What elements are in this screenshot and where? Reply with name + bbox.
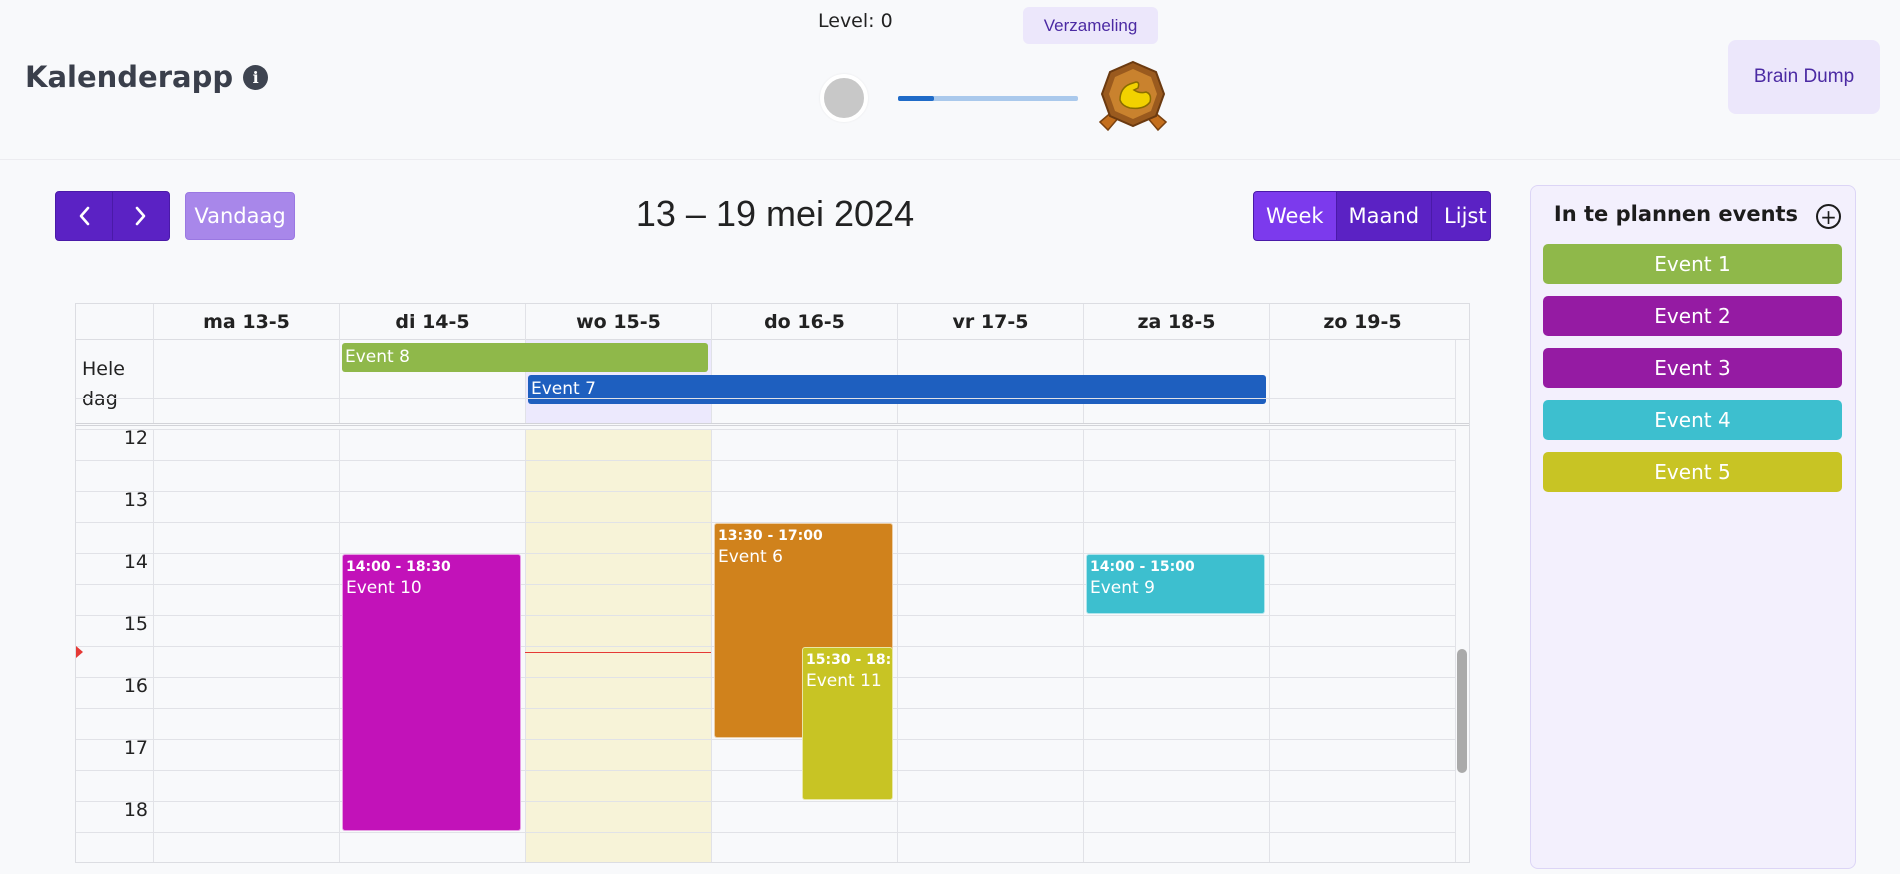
half-hour-line [76,460,1456,461]
unscheduled-event-item[interactable]: Event 4 [1543,400,1842,440]
info-icon[interactable]: i [243,64,269,90]
event-time: 14:00 - 18:30 [346,559,451,575]
event-time: 15:30 - 18:00 [806,652,892,668]
hour-line [76,801,1456,802]
level-avatar [820,74,868,122]
chevron-right-icon [135,206,146,226]
event-title: Event 10 [346,578,422,598]
time-grid: 12 13 14 15 16 17 18 14:00 - 18:30 Event 10 13:30… [76,398,1456,862]
hour-label: 18 [123,799,148,821]
half-hour-line [76,832,1456,833]
day-header[interactable]: di 14-5 [339,304,525,340]
hour-label: 13 [123,489,148,511]
day-header[interactable]: do 16-5 [711,304,897,340]
hour-label: 16 [123,675,148,697]
event-title: Event 6 [718,547,783,567]
all-day-event[interactable]: Event 8 [342,343,708,372]
app-title-group: Kalenderapp i [25,60,269,94]
app-header: Kalenderapp i Level: 0 Verzameling Brain… [0,0,1900,160]
day-header[interactable]: zo 19-5 [1269,304,1455,340]
level-progress-bar [898,96,1078,101]
unscheduled-events-panel: In te plannen events + Event 1 Event 2 Eve… [1530,185,1856,869]
hour-label: 12 [123,427,148,449]
unscheduled-event-item[interactable]: Event 2 [1543,296,1842,336]
event-title: Event 11 [806,671,882,691]
hour-line [76,739,1456,740]
unscheduled-event-item[interactable]: Event 1 [1543,244,1842,284]
unscheduled-event-item[interactable]: Event 5 [1543,452,1842,492]
plus-circle-icon[interactable]: + [1816,204,1841,229]
view-switcher: Week Maand Lijst [1253,191,1491,241]
day-divider [339,340,340,423]
hour-line [76,429,1456,430]
calendar-scrollbar[interactable] [1457,649,1467,773]
timed-event[interactable]: 14:00 - 18:30 Event 10 [342,554,521,831]
view-week-button[interactable]: Week [1254,192,1336,240]
day-header[interactable]: vr 17-5 [897,304,1083,340]
view-month-button[interactable]: Maand [1335,192,1432,240]
unscheduled-event-item[interactable]: Event 3 [1543,348,1842,388]
day-header[interactable]: ma 13-5 [153,304,339,340]
week-calendar: ma 13-5 di 14-5 wo 15-5 do 16-5 vr 17-5 za 18… [75,303,1470,863]
today-button[interactable]: Vandaag [185,192,295,240]
flexed-arm-badge-icon [1098,60,1168,132]
panel-title: In te plannen events [1553,202,1799,226]
app-title: Kalenderapp [25,60,234,94]
date-range-title: 13 – 19 mei 2024 [635,193,915,234]
day-header[interactable]: za 18-5 [1083,304,1269,340]
brain-dump-button[interactable]: Brain Dump [1728,40,1880,114]
hour-line [76,491,1456,492]
view-list-button[interactable]: Lijst [1431,192,1490,240]
current-time-arrow-icon [76,646,83,659]
event-title: Event 9 [1090,578,1155,598]
day-divider [1269,340,1270,423]
day-header-row: ma 13-5 di 14-5 wo 15-5 do 16-5 vr 17-5 za 18… [76,304,1469,340]
hour-label: 15 [123,613,148,635]
day-header[interactable]: wo 15-5 [525,304,711,340]
current-time-line [525,652,711,654]
day-divider [153,340,154,423]
week-navigation [55,191,170,241]
half-hour-line [76,398,1456,399]
timed-event[interactable]: 15:30 - 18:00 Event 11 [802,647,893,800]
all-day-row: Hele dag Event 8 Event 7 [76,340,1469,426]
half-hour-line [76,770,1456,771]
collection-button[interactable]: Verzameling [1023,7,1158,44]
hour-label: 17 [123,737,148,759]
chevron-left-icon [79,206,90,226]
event-time: 14:00 - 15:00 [1090,559,1195,575]
day-divider [1455,340,1456,423]
all-day-label: Hele dag [82,358,125,410]
next-week-button[interactable] [112,192,169,240]
gutter-divider [153,304,154,339]
hour-label: 14 [123,551,148,573]
timed-event[interactable]: 14:00 - 15:00 Event 9 [1086,554,1265,614]
event-time: 13:30 - 17:00 [718,528,823,544]
prev-week-button[interactable] [56,192,112,240]
all-day-event[interactable]: Event 7 [528,375,1266,404]
level-text: Level: 0 [818,10,893,32]
level-progress-fill [898,96,934,101]
